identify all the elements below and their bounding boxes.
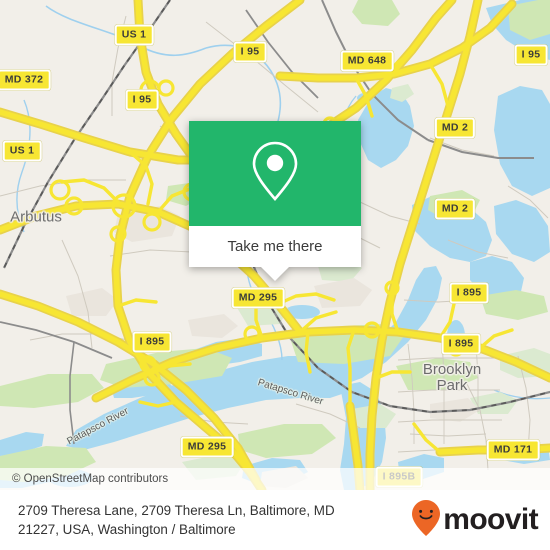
popup-pointer: [261, 267, 289, 281]
moovit-map-screenshot: .w { fill:#a8d8f0; } .pk { fill:#cfe7b4;…: [0, 0, 550, 550]
footer-bar: 2709 Theresa Lane, 2709 Theresa Ln, Balt…: [0, 490, 550, 550]
place-label-line2: Park: [436, 377, 468, 394]
road-shield: US 1: [114, 24, 154, 46]
moovit-pin-icon: [411, 499, 441, 542]
popup-header: [189, 121, 361, 226]
address-line-2: 21227, USA, Washington / Baltimore: [18, 522, 236, 537]
road-shield: MD 295: [231, 287, 285, 309]
map-pin-icon: [251, 140, 299, 207]
moovit-brand-logo[interactable]: moovit: [411, 499, 539, 542]
road-shield: MD 372: [0, 69, 51, 91]
road-shield: I 95: [514, 44, 548, 66]
place-label-brooklyn-park: Brooklyn Park: [423, 362, 481, 394]
road-shield: I 895: [132, 331, 172, 353]
road-shield: MD 648: [340, 50, 394, 72]
road-shield: MD 171: [486, 439, 540, 461]
address-line-1: 2709 Theresa Lane, 2709 Theresa Ln, Balt…: [18, 503, 335, 518]
address-text: 2709 Theresa Lane, 2709 Theresa Ln, Balt…: [18, 501, 335, 539]
map-canvas[interactable]: .w { fill:#a8d8f0; } .pk { fill:#cfe7b4;…: [0, 0, 550, 490]
road-shield: I 895: [441, 333, 481, 355]
road-shield: I 95: [233, 41, 267, 63]
place-label-arbutus: Arbutus: [10, 208, 62, 226]
road-shield: US 1: [2, 140, 42, 162]
road-shield: MD 2: [434, 198, 476, 220]
road-shield: I 895: [449, 282, 489, 304]
road-shield: MD 2: [434, 117, 476, 139]
map-attribution-bar: © OpenStreetMap contributors: [0, 468, 550, 490]
openstreetmap-attribution[interactable]: © OpenStreetMap contributors: [0, 473, 168, 485]
road-shield: I 95: [125, 89, 159, 111]
road-shield: MD 295: [180, 436, 234, 458]
popup-footer[interactable]: Take me there: [189, 226, 361, 267]
location-popup-card[interactable]: Take me there: [189, 121, 361, 281]
place-label-line1: Brooklyn: [422, 361, 482, 378]
take-me-there-label: Take me there: [227, 238, 323, 255]
moovit-wordmark: moovit: [443, 503, 538, 536]
